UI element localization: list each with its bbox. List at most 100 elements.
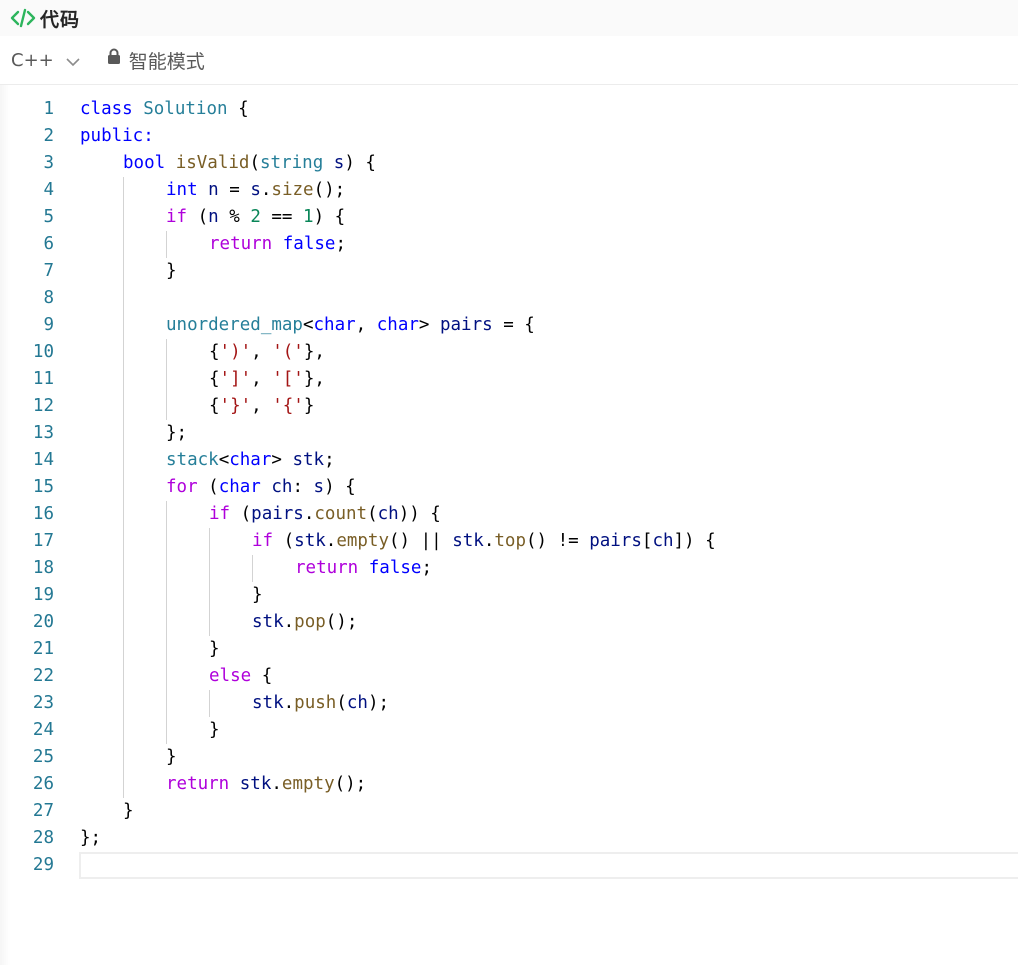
language-select[interactable]: C++	[11, 44, 80, 76]
code-token: ();	[334, 774, 367, 794]
code-token: char	[218, 477, 261, 497]
code-line[interactable]: 8	[0, 285, 1018, 312]
code-line[interactable]: 26 return stk.empty();	[0, 771, 1018, 798]
line-number: 16	[32, 504, 54, 524]
code-line[interactable]: 4 int n = s.size();	[0, 177, 1018, 204]
line-number: 4	[43, 180, 54, 200]
code-token: false	[282, 234, 336, 254]
code-token: stk	[252, 612, 284, 632]
line-number: 29	[32, 855, 54, 875]
code-token: stk	[452, 531, 484, 551]
code-line[interactable]: 12 {'}', '{'}	[0, 393, 1018, 420]
code-text: bool isValid(string s) {	[80, 150, 1018, 177]
code-token: },	[303, 369, 325, 389]
code-token: 2	[250, 207, 261, 227]
code-line[interactable]: 16 if (pairs.count(ch)) {	[0, 501, 1018, 528]
code-token: string	[260, 153, 324, 173]
code-editor[interactable]: 1 class Solution {2 public: 3 bool isValid(s…	[0, 96, 1018, 879]
code-token: };	[80, 828, 102, 848]
code-token: top	[494, 531, 526, 551]
code-line[interactable]: 28};	[0, 825, 1018, 852]
code-text: if (n % 2 == 1) {	[80, 204, 1018, 231]
line-number: 1	[43, 99, 54, 119]
code-token: }	[209, 639, 220, 659]
code-text: return false;	[80, 231, 1018, 258]
code-line[interactable]: 13};	[0, 420, 1018, 447]
line-number: 24	[32, 720, 54, 740]
line-number: 27	[32, 801, 54, 821]
code-text: class Solution {	[80, 96, 1018, 123]
code-token: pop	[294, 612, 326, 632]
code-line[interactable]: 18 return false;	[0, 555, 1018, 582]
code-line[interactable]: 17 if (stk.empty() || stk.top() != pairs[…	[0, 528, 1018, 555]
code-token: n	[208, 180, 219, 200]
code-token: ]) {	[673, 531, 716, 551]
code-line[interactable]: 22 else {	[0, 663, 1018, 690]
code-token: %	[218, 207, 251, 227]
code-text: };	[80, 420, 1018, 447]
line-number: 28	[32, 828, 54, 848]
code-text: {')', '('},	[80, 339, 1018, 366]
code-line[interactable]: 24}	[0, 717, 1018, 744]
code-line[interactable]: 27}	[0, 798, 1018, 825]
mode-button[interactable]: 智能模式	[107, 44, 205, 76]
code-line[interactable]: 23 stk.push(ch);	[0, 690, 1018, 717]
code-token: }	[166, 261, 177, 281]
code-line[interactable]: 9 unordered_map<char, char> pairs = {	[0, 312, 1018, 339]
code-token: .	[483, 531, 495, 551]
code-text: int n = s.size();	[80, 177, 1018, 204]
code-token: ) {	[313, 207, 346, 227]
code-text: if (pairs.count(ch)) {	[80, 501, 1018, 528]
code-line[interactable]: 1 class Solution {	[0, 96, 1018, 123]
code-token: stack	[166, 450, 219, 470]
line-number: 18	[32, 558, 54, 578]
line-number: 13	[32, 423, 54, 443]
code-text: stk.pop();	[80, 609, 1018, 636]
code-token: .	[303, 504, 315, 524]
code-text: }	[80, 636, 1018, 663]
code-token: ,	[355, 315, 377, 335]
code-line[interactable]: 10 {')', '('},	[0, 339, 1018, 366]
code-token: ch	[346, 693, 368, 713]
code-line[interactable]: 2 public:	[0, 123, 1018, 150]
code-line[interactable]: 25}	[0, 744, 1018, 771]
code-token: return	[166, 774, 230, 794]
code-text: stack<char> stk;	[80, 447, 1018, 474]
code-token: (	[367, 504, 378, 524]
code-line[interactable]: 21}	[0, 636, 1018, 663]
code-line[interactable]: 29	[0, 852, 1018, 879]
code-token: stk	[294, 531, 326, 551]
code-line[interactable]: 6 return false;	[0, 231, 1018, 258]
code-line[interactable]: 15 for (char ch: s) {	[0, 474, 1018, 501]
code-text: };	[80, 825, 1018, 852]
code-line[interactable]: 3 bool isValid(string s) {	[0, 150, 1018, 177]
code-token: }	[252, 585, 263, 605]
code-token: '}'	[219, 396, 252, 416]
code-line[interactable]: 20 stk.pop();	[0, 609, 1018, 636]
code-text: }	[80, 582, 1018, 609]
code-line[interactable]: 7}	[0, 258, 1018, 285]
code-line[interactable]: 5 if (n % 2 == 1) {	[0, 204, 1018, 231]
code-line[interactable]: 11 {']', '['},	[0, 366, 1018, 393]
code-token: (	[230, 504, 252, 524]
code-token: [	[641, 531, 653, 551]
code-token: else	[209, 666, 252, 686]
code-text: return stk.empty();	[80, 771, 1018, 798]
code-token: s	[313, 477, 325, 497]
code-token: }	[166, 747, 177, 767]
code-text: public:	[80, 123, 1018, 150]
code-token: ==	[260, 207, 304, 227]
code-line[interactable]: 19}	[0, 582, 1018, 609]
lock-icon	[107, 48, 121, 70]
chevron-down-icon	[66, 51, 80, 72]
code-token: =	[218, 180, 251, 200]
code-line[interactable]: 14 stack<char> stk;	[0, 447, 1018, 474]
panel-title: 代码	[40, 8, 81, 31]
